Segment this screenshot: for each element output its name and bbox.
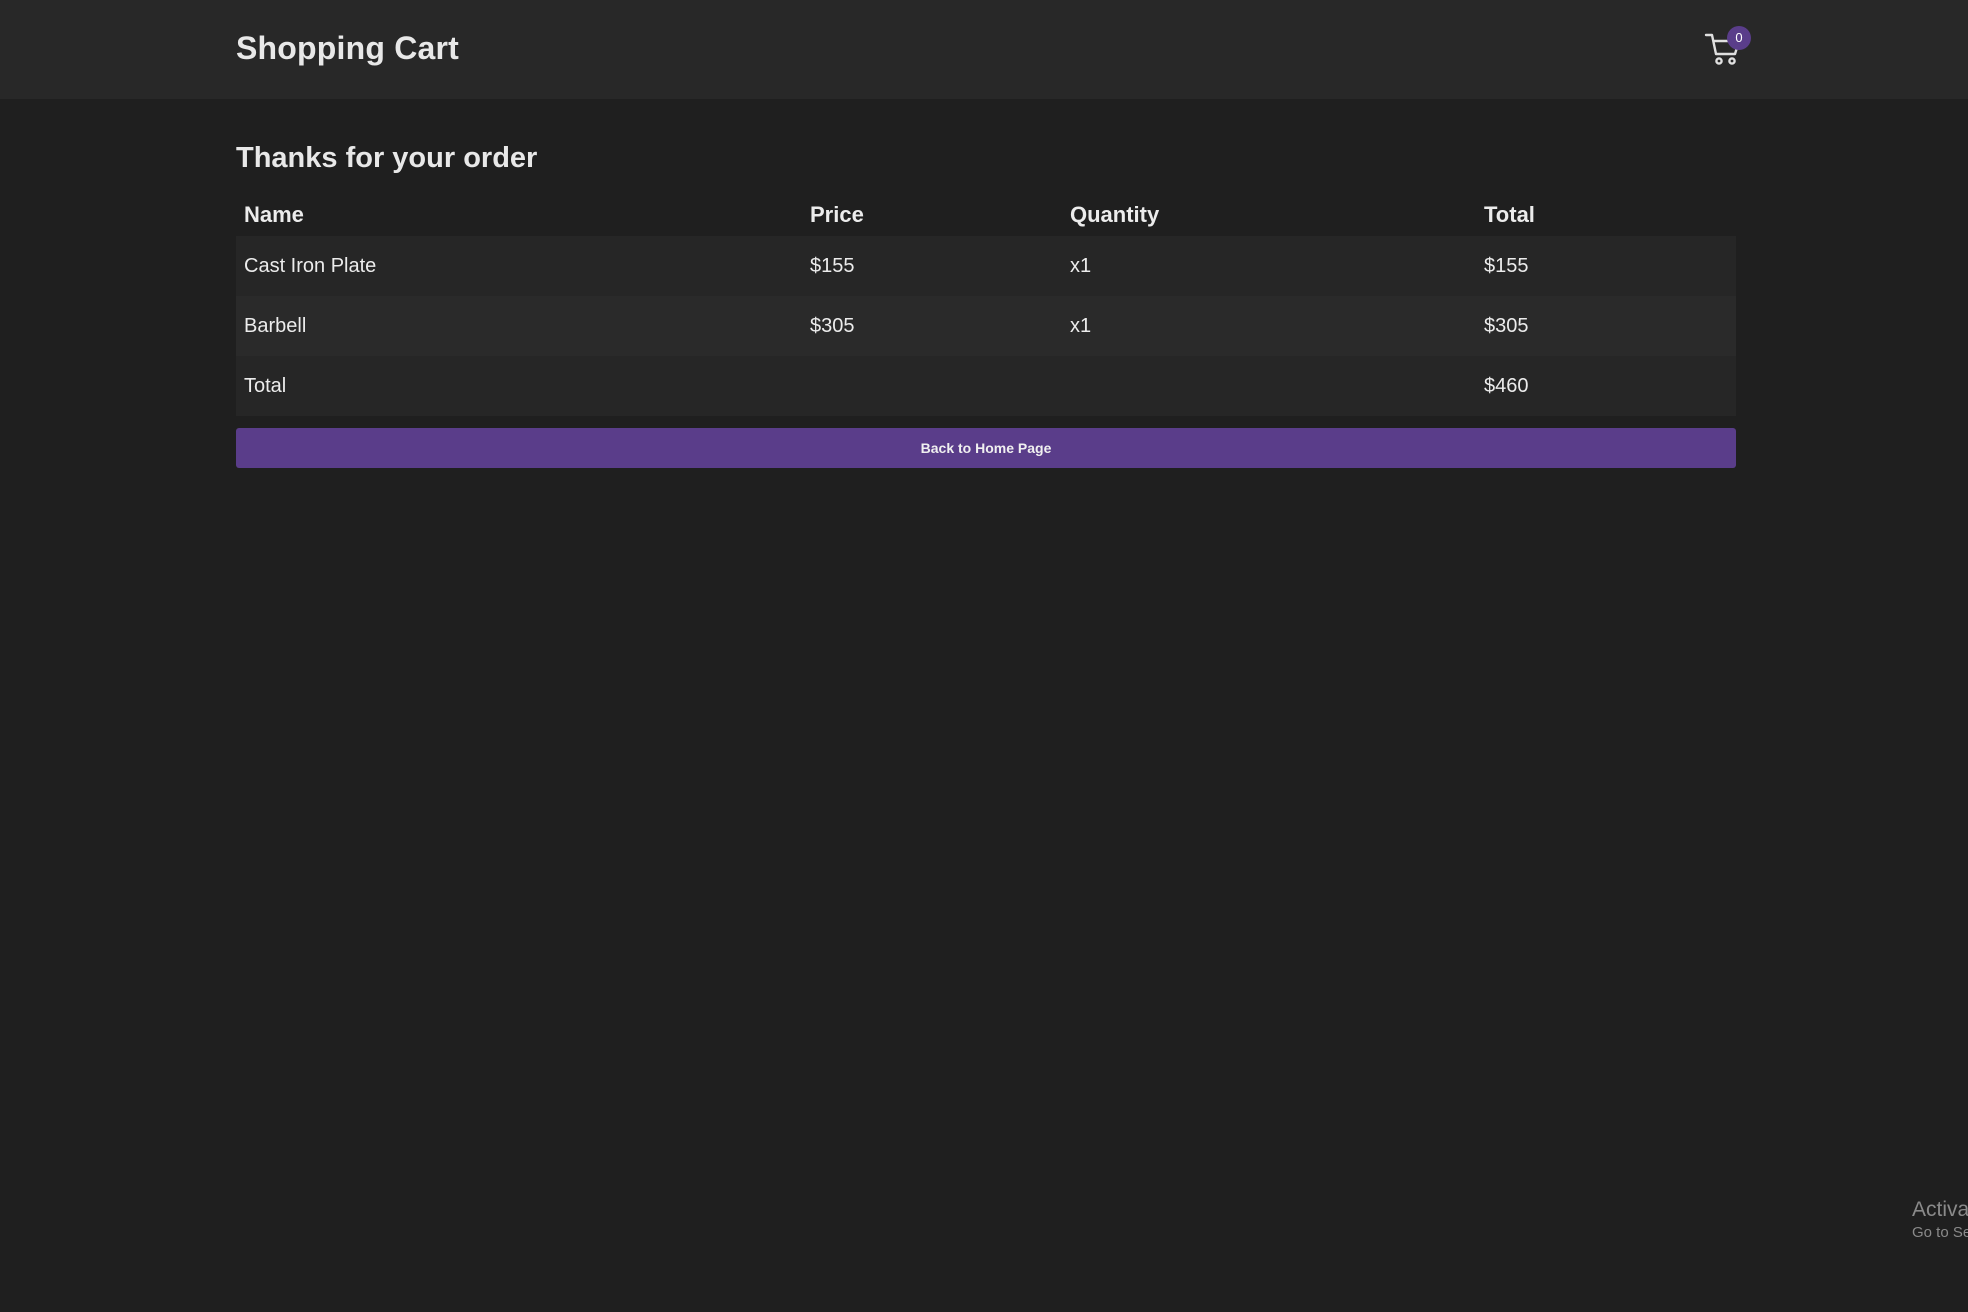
column-header-name: Name <box>244 202 304 227</box>
order-total-label: Total <box>244 374 287 397</box>
order-summary-table: Name Price Quantity Total Cast Iron Plat… <box>236 194 1736 416</box>
empty-cell <box>1062 356 1476 416</box>
table-row: Cast Iron Plate $155 x1 $155 <box>236 236 1736 296</box>
column-header-quantity: Quantity <box>1070 202 1160 227</box>
watermark-line-1: Activa <box>1912 1198 1968 1221</box>
item-quantity: x1 <box>1070 254 1092 277</box>
item-quantity: x1 <box>1070 314 1092 337</box>
item-total: $305 <box>1484 314 1529 337</box>
watermark-line-2: Go to Se <box>1912 1224 1968 1241</box>
column-header-price: Price <box>810 202 864 227</box>
table-row: Barbell $305 x1 $305 <box>236 296 1736 356</box>
cart-button[interactable]: 0 <box>1700 26 1756 70</box>
app-title[interactable]: Shopping Cart <box>236 30 459 67</box>
order-total-value: $460 <box>1484 374 1529 397</box>
item-price: $305 <box>810 314 855 337</box>
item-name: Cast Iron Plate <box>244 254 377 277</box>
back-to-home-button[interactable]: Back to Home Page <box>236 428 1736 468</box>
cart-count-badge: 0 <box>1727 26 1751 50</box>
column-header-total: Total <box>1484 202 1535 227</box>
top-navbar: Shopping Cart 0 <box>0 0 1968 99</box>
empty-cell <box>802 356 1062 416</box>
item-total: $155 <box>1484 254 1529 277</box>
table-header-row: Name Price Quantity Total <box>236 194 1736 236</box>
windows-activation-watermark: Activa Go to Se <box>1912 1198 1968 1241</box>
order-confirmation-heading: Thanks for your order <box>236 142 538 174</box>
item-price: $155 <box>810 254 855 277</box>
order-total-row: Total $460 <box>236 356 1736 416</box>
item-name: Barbell <box>244 314 307 337</box>
